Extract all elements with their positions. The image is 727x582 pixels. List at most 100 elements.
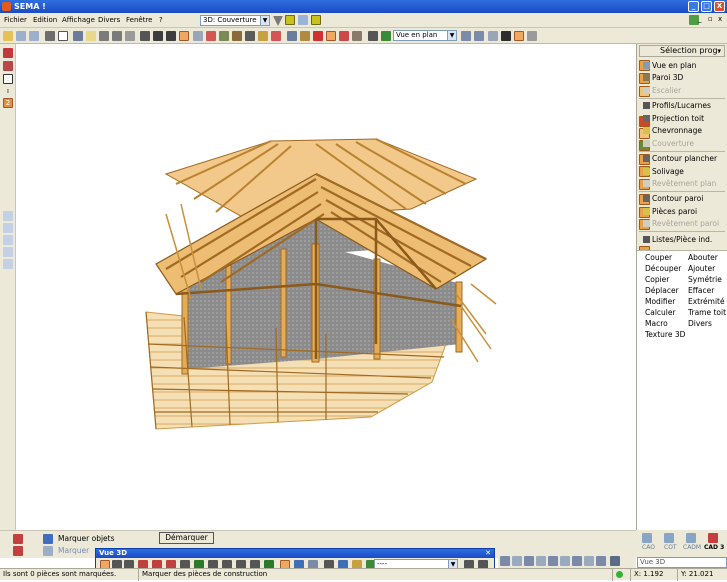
page-setup-icon[interactable] xyxy=(58,31,68,41)
cadm-icon[interactable] xyxy=(686,533,696,543)
menu-contour-plancher[interactable]: Contour plancher xyxy=(643,154,717,163)
menu-chevronnage[interactable]: Chevronnage xyxy=(643,126,702,135)
beam-icon[interactable] xyxy=(300,31,310,41)
undo-icon[interactable] xyxy=(16,31,26,41)
cmd-modifier[interactable]: Modifier xyxy=(645,297,675,306)
menu-divers[interactable]: Divers xyxy=(98,16,120,24)
measure-icon[interactable] xyxy=(258,31,268,41)
book-icon[interactable] xyxy=(368,31,378,41)
tool-b-icon[interactable] xyxy=(512,556,522,566)
cmd-ajouter[interactable]: Ajouter xyxy=(688,264,715,273)
cao-icon[interactable] xyxy=(642,533,652,543)
menu-contour-paroi[interactable]: Contour paroi xyxy=(643,194,703,203)
open-folder-icon[interactable] xyxy=(3,31,13,41)
sun-icon[interactable] xyxy=(514,31,524,41)
frame-icon[interactable] xyxy=(488,31,498,41)
menu-fenetre[interactable]: Fenêtre xyxy=(126,16,152,24)
menu-vue-en-plan[interactable]: Vue en plan xyxy=(643,61,696,70)
mdi-restore-button[interactable]: ▫ xyxy=(708,15,713,23)
plan-combo[interactable]: Vue en plan ▼ xyxy=(393,30,457,41)
cmd-symetrie[interactable]: Symétrie xyxy=(688,275,722,284)
tool-h-icon[interactable] xyxy=(584,556,594,566)
menu-edition[interactable]: Edition xyxy=(33,16,57,24)
zoom-icon[interactable] xyxy=(73,31,83,41)
close-icon[interactable]: ✕ xyxy=(485,549,491,558)
tool-blue-1-icon[interactable] xyxy=(3,211,13,221)
demarquer-button[interactable]: Démarquer xyxy=(159,532,214,544)
cmd-extremite[interactable]: Extrémité xyxy=(688,297,725,306)
view-cube-icon[interactable] xyxy=(193,31,203,41)
tab-cad3[interactable]: CAD 3 xyxy=(704,544,724,551)
search-icon[interactable] xyxy=(153,31,163,41)
cmd-abouter[interactable]: Abouter xyxy=(688,253,718,262)
shade-icon[interactable] xyxy=(206,31,216,41)
mark-red-alt-icon[interactable] xyxy=(13,546,23,556)
grid-icon[interactable] xyxy=(125,31,135,41)
tool-e-icon[interactable] xyxy=(548,556,558,566)
cad3-icon[interactable] xyxy=(708,533,718,543)
tool-f-icon[interactable] xyxy=(560,556,570,566)
cmd-copier[interactable]: Copier xyxy=(645,275,669,284)
zoom-fit-icon[interactable] xyxy=(99,31,109,41)
viewport-3d[interactable] xyxy=(16,44,636,530)
roof-icon[interactable] xyxy=(326,31,336,41)
cmd-texture-3d[interactable]: Texture 3D xyxy=(645,330,685,339)
mark-pieces-icon[interactable] xyxy=(43,546,53,556)
view-field[interactable]: Vue 3D xyxy=(637,557,727,568)
tab-cao[interactable]: CAO xyxy=(642,544,655,551)
window-icon[interactable] xyxy=(461,31,471,41)
mdi-close-button[interactable]: x xyxy=(718,15,722,23)
layers-icon[interactable] xyxy=(287,31,297,41)
layer-edit-icon[interactable] xyxy=(3,61,13,71)
section-icon[interactable] xyxy=(271,31,281,41)
tool-blue-4-icon[interactable] xyxy=(3,247,13,257)
tool-icon[interactable] xyxy=(313,31,323,41)
settings-icon[interactable] xyxy=(527,31,537,41)
cmd-trame-toit[interactable]: Trame toit xyxy=(688,308,726,317)
menu-solivage[interactable]: Solivage xyxy=(643,167,684,176)
cmd-macro[interactable]: Macro xyxy=(645,319,668,328)
cmd-deplacer[interactable]: Déplacer xyxy=(645,286,679,295)
plan-view-icon[interactable] xyxy=(381,31,391,41)
window-split-icon[interactable] xyxy=(3,74,13,84)
tool-blue-3-icon[interactable] xyxy=(3,235,13,245)
move-icon[interactable] xyxy=(166,31,176,41)
menu-listes-piece[interactable]: Listes/Pièce ind. xyxy=(643,235,712,244)
tool-g-icon[interactable] xyxy=(572,556,582,566)
tool-d-icon[interactable] xyxy=(536,556,546,566)
menu-pieces-paroi[interactable]: Pièces paroi xyxy=(643,207,697,216)
menu-paroi-3d[interactable]: Paroi 3D xyxy=(643,73,683,82)
mark-objects-icon[interactable] xyxy=(43,534,53,544)
light-icon[interactable] xyxy=(86,31,96,41)
level-badge[interactable]: 2 xyxy=(3,98,13,108)
cmd-couper[interactable]: Couper xyxy=(645,253,672,262)
marquer-label[interactable]: Marquer xyxy=(58,546,89,555)
tile-icon[interactable] xyxy=(474,31,484,41)
tool-i-icon[interactable] xyxy=(596,556,606,566)
menu-affichage[interactable]: Affichage xyxy=(62,16,95,24)
tab-cot[interactable]: COT xyxy=(664,544,677,551)
chevron-down-icon[interactable]: ▼ xyxy=(447,31,456,40)
chevron-down-icon[interactable]: ▼ xyxy=(260,16,269,25)
rotate-3d-icon[interactable] xyxy=(179,31,189,41)
view-combo[interactable]: 3D: Couverture ▼ xyxy=(200,15,270,26)
cmd-calculer[interactable]: Calculer xyxy=(645,308,676,317)
redo-icon[interactable] xyxy=(29,31,39,41)
zoom-window-icon[interactable] xyxy=(112,31,122,41)
menu-fichier[interactable]: Fichier xyxy=(4,16,27,24)
mark-red-icon[interactable] xyxy=(13,534,23,544)
program-selection-header[interactable]: Sélection prog. ▾ xyxy=(639,45,725,57)
minimize-button[interactable]: _ xyxy=(688,1,699,12)
maximize-button[interactable]: □ xyxy=(701,1,712,12)
cmd-decouper[interactable]: Découper xyxy=(645,264,681,273)
mdi-minimize-button[interactable]: _ xyxy=(698,15,702,23)
hide-icon[interactable] xyxy=(245,31,255,41)
print-icon[interactable] xyxy=(45,31,55,41)
cot-icon[interactable] xyxy=(664,533,674,543)
cmd-divers[interactable]: Divers xyxy=(688,319,712,328)
pencil-icon[interactable] xyxy=(232,31,242,41)
tool-blue-2-icon[interactable] xyxy=(3,223,13,233)
tool-j-icon[interactable] xyxy=(610,556,620,566)
info-icon[interactable]: ı xyxy=(3,86,13,96)
select-icon[interactable] xyxy=(140,31,150,41)
